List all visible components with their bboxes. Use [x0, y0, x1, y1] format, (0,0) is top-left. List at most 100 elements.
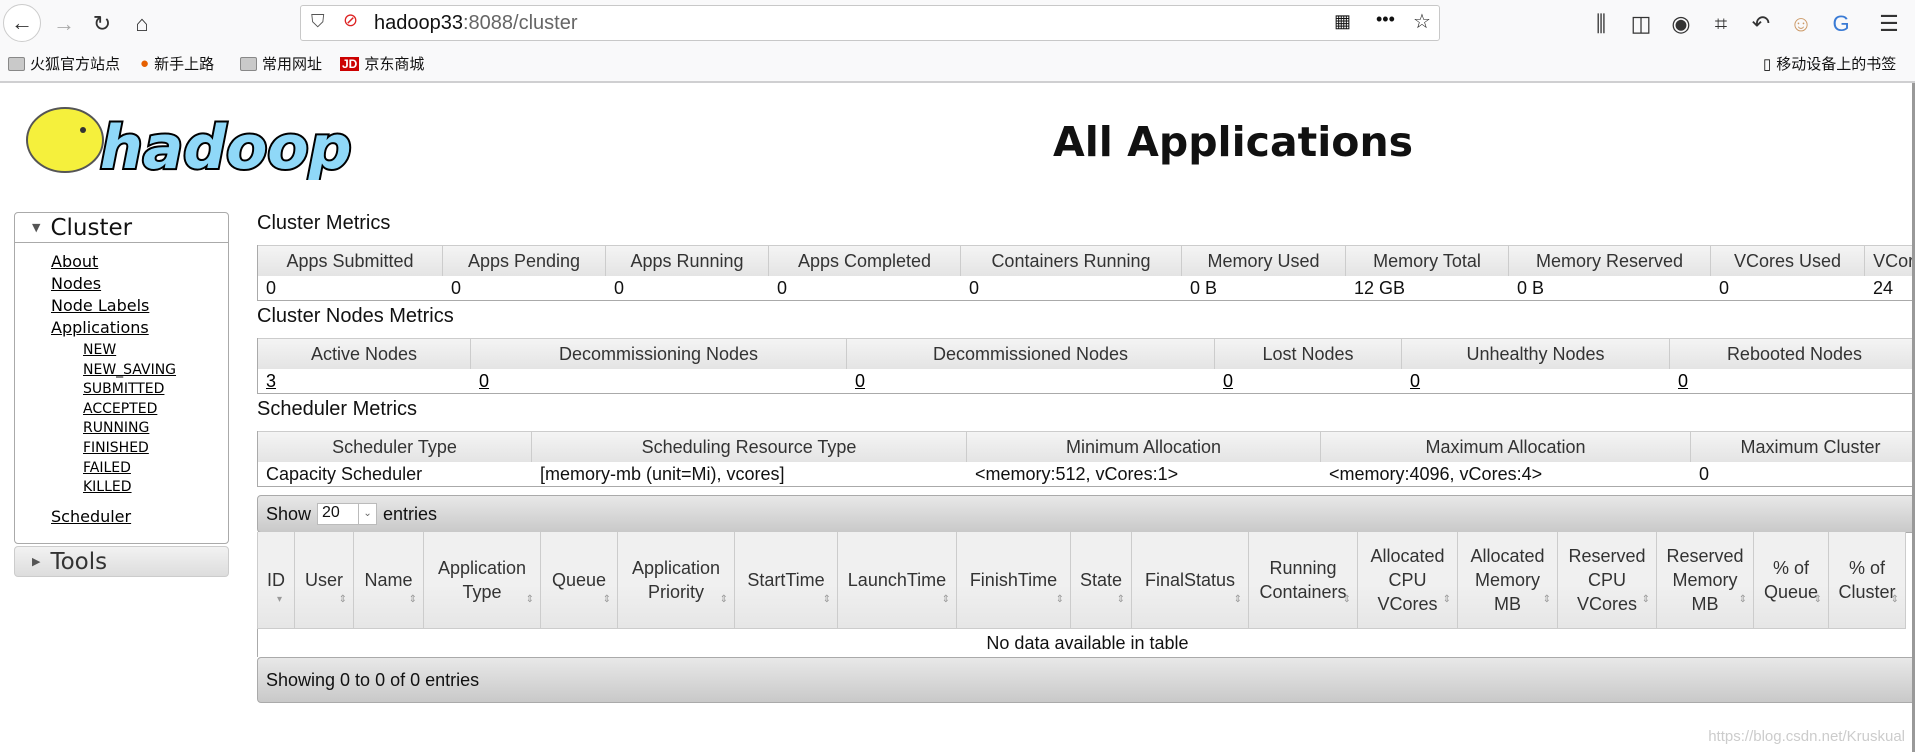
home-button[interactable]: ⌂: [128, 10, 156, 38]
nav-nodes[interactable]: Nodes: [51, 274, 101, 293]
sort-icon[interactable]: ⇕: [1443, 595, 1451, 605]
browser-chrome: ← → ↻ ⌂ ⛉ ⊘ hadoop33:8088/cluster ▦ ••• …: [0, 0, 1915, 83]
metric-cell: 0: [1711, 276, 1865, 300]
bookmark-star-icon[interactable]: ☆: [1413, 9, 1431, 34]
tools-section-toggle[interactable]: ▶ Tools: [14, 546, 229, 577]
column-header-label: State: [1079, 570, 1123, 590]
nav-scheduler[interactable]: Scheduler: [51, 507, 131, 526]
column-header-state[interactable]: State ⇕: [1071, 532, 1132, 628]
sort-icon[interactable]: ⇕: [1117, 595, 1125, 605]
column-header-user[interactable]: User ⇕: [295, 532, 354, 628]
nav-state-accepted[interactable]: ACCEPTED: [83, 401, 157, 417]
column-header-name[interactable]: Name ⇕: [354, 532, 424, 628]
more-icon[interactable]: •••: [1376, 9, 1395, 30]
page-size-select[interactable]: 20 ⌄: [317, 503, 378, 525]
undo-icon[interactable]: ↶: [1747, 10, 1775, 38]
column-header-allocated-memory-mb[interactable]: Allocated Memory MB ⇕: [1458, 532, 1558, 628]
column-header-application-priority[interactable]: Application Priority ⇕: [618, 532, 735, 628]
column-header-label: Running Containers: [1259, 558, 1347, 602]
sort-icon[interactable]: ⇕: [526, 595, 534, 605]
nav-node-labels[interactable]: Node Labels: [51, 296, 149, 315]
nav-state-new[interactable]: NEW: [83, 342, 116, 358]
nav-state-finished[interactable]: FINISHED: [83, 440, 149, 456]
column-header--of-cluster[interactable]: % of Cluster ⇕: [1829, 532, 1906, 628]
bookmark-jd[interactable]: JD 京东商城: [340, 53, 424, 74]
nav-state-failed[interactable]: FAILED: [83, 460, 131, 476]
bookmark-getting-started[interactable]: ● 新手上路: [140, 53, 214, 74]
sort-icon[interactable]: ⇕: [823, 595, 831, 605]
metric-cell: 0 B: [1182, 276, 1346, 300]
sort-icon[interactable]: ⇕: [1739, 595, 1747, 605]
sort-icon[interactable]: ⇕: [1343, 595, 1351, 605]
bookmark-firefox-site[interactable]: 火狐官方站点: [8, 53, 120, 74]
account-icon[interactable]: ◉: [1667, 10, 1695, 38]
sort-icon[interactable]: ⇕: [720, 595, 728, 605]
nav-state-killed[interactable]: KILLED: [83, 479, 132, 495]
metric-link[interactable]: 0: [855, 371, 865, 392]
column-header-running-containers[interactable]: Running Containers ⇕: [1249, 532, 1358, 628]
screenshot-crop-icon[interactable]: ⌗: [1707, 10, 1735, 38]
metric-link[interactable]: 3: [266, 371, 276, 392]
cluster-section-toggle[interactable]: ▼ Cluster: [15, 213, 228, 243]
column-header: VCores Used: [1711, 245, 1865, 276]
column-header-label: LaunchTime: [847, 570, 947, 590]
bookmark-label: 常用网址: [262, 56, 323, 73]
metric-link[interactable]: 0: [1223, 371, 1233, 392]
entries-info: Showing 0 to 0 of 0 entries: [266, 669, 480, 690]
sort-icon[interactable]: ⇕: [942, 595, 950, 605]
firefox-icon: ●: [140, 55, 150, 72]
extension-avatar-icon[interactable]: ☺: [1787, 10, 1815, 38]
sort-icon[interactable]: ⇕: [1891, 595, 1899, 605]
sort-icon[interactable]: ⇕: [1814, 595, 1822, 605]
metric-link[interactable]: 0: [479, 371, 489, 392]
cluster-metrics-table: Apps Submitted Apps Pending Apps Running Ap…: [257, 245, 1915, 301]
address-bar[interactable]: ⛉ ⊘ hadoop33:8088/cluster ▦ ••• ☆: [300, 5, 1440, 41]
sort-icon[interactable]: ⇕: [1234, 595, 1242, 605]
metric-link[interactable]: 0: [1678, 371, 1688, 392]
nav-state-running[interactable]: RUNNING: [83, 420, 149, 436]
column-header-id[interactable]: ID ▾: [258, 532, 295, 628]
qr-code-icon[interactable]: ▦: [1334, 11, 1351, 32]
metric-value: <memory:512, vCores:1>: [975, 463, 1179, 484]
column-header--of-queue[interactable]: % of Queue ⇕: [1754, 532, 1829, 628]
column-header-finishtime[interactable]: FinishTime ⇕: [957, 532, 1071, 628]
tools-label: Tools: [50, 548, 108, 575]
sort-icon[interactable]: ⇕: [603, 595, 611, 605]
forward-button[interactable]: →: [50, 10, 78, 38]
bookmark-common-sites[interactable]: 常用网址: [240, 53, 322, 74]
mobile-bookmarks[interactable]: ▯ 移动设备上的书签: [1763, 53, 1896, 74]
sort-icon[interactable]: ⇕: [339, 595, 347, 605]
nav-applications[interactable]: Applications: [51, 318, 149, 337]
column-header-launchtime[interactable]: LaunchTime ⇕: [838, 532, 957, 628]
sort-icon[interactable]: ⇕: [1056, 595, 1064, 605]
data-row: 3 0 0 0 0 0: [258, 369, 1915, 393]
sort-desc-icon[interactable]: ▾: [277, 595, 282, 605]
reload-button[interactable]: ↻: [88, 10, 116, 38]
metric-value: [memory-mb (unit=Mi), vcores]: [540, 463, 785, 484]
column-header-queue[interactable]: Queue ⇕: [541, 532, 618, 628]
column-header-label: Memory Used: [1207, 250, 1320, 271]
sort-icon[interactable]: ⇕: [409, 595, 417, 605]
triangle-right-icon: ▶: [32, 555, 41, 568]
column-header-application-type[interactable]: Application Type ⇕: [424, 532, 541, 628]
column-header-allocated-cpu-vcores[interactable]: Allocated CPU VCores ⇕: [1358, 532, 1458, 628]
column-header-label: FinalStatus: [1144, 570, 1236, 590]
column-header-reserved-cpu-vcores[interactable]: Reserved CPU VCores ⇕: [1558, 532, 1657, 628]
metric-link[interactable]: 0: [1410, 371, 1420, 392]
nav-state-submitted[interactable]: SUBMITTED: [83, 381, 164, 397]
translate-icon[interactable]: G: [1827, 10, 1855, 38]
metric-cell: Capacity Scheduler: [258, 462, 532, 486]
metric-cell: 0: [961, 276, 1182, 300]
menu-icon[interactable]: ☰: [1875, 10, 1903, 38]
column-header-finalstatus[interactable]: FinalStatus ⇕: [1132, 532, 1249, 628]
nav-state-new_saving[interactable]: NEW_SAVING: [83, 362, 176, 378]
library-icon[interactable]: ⫼: [1587, 10, 1615, 38]
sort-icon[interactable]: ⇕: [1642, 595, 1650, 605]
sort-icon[interactable]: ⇕: [1543, 595, 1551, 605]
sidebar-icon[interactable]: ◫: [1627, 10, 1655, 38]
insecure-lock-icon: ⊘: [343, 10, 359, 30]
column-header-starttime[interactable]: StartTime ⇕: [735, 532, 838, 628]
column-header-reserved-memory-mb[interactable]: Reserved Memory MB ⇕: [1657, 532, 1754, 628]
nav-about[interactable]: About: [51, 252, 98, 271]
back-button[interactable]: ←: [3, 4, 41, 42]
